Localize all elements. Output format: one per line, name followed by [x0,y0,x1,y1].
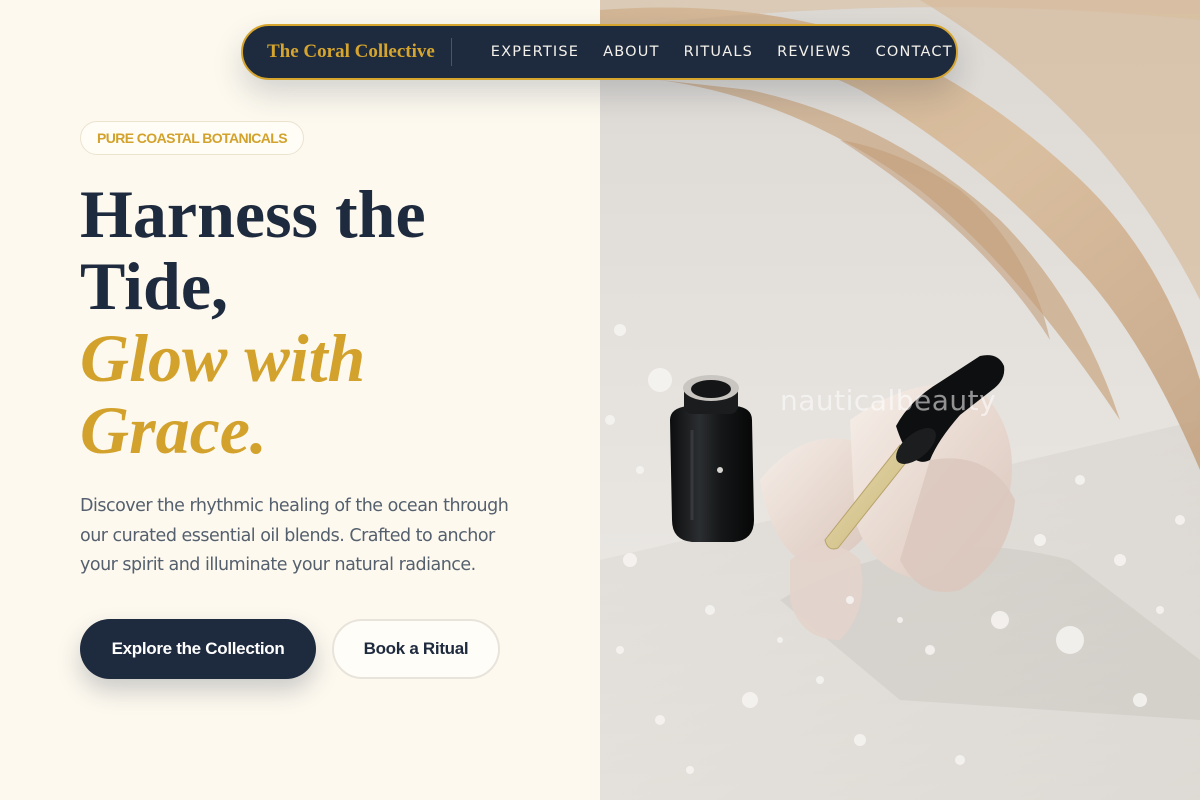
tagline-badge: PURE COASTAL BOTANICALS [80,121,304,155]
nav-link-contact[interactable]: CONTACT [876,44,953,60]
book-ritual-button[interactable]: Book a Ritual [332,619,500,679]
photo-watermark: nauticalbeauty [780,384,997,417]
hero-headline: Harness the Tide, Glow with Grace. [80,178,560,466]
nav-link-expertise[interactable]: EXPERTISE [491,44,579,60]
headline-line-2: Tide, [80,248,229,324]
headline-accent-2: Grace. [80,392,267,468]
nav-link-reviews[interactable]: REVIEWS [777,44,852,60]
headline-line-1: Harness the [80,176,426,252]
nav-links: EXPERTISE ABOUT RITUALS REVIEWS CONTACT [491,44,977,60]
amber-black-bottle [670,375,754,542]
nav-link-rituals[interactable]: RITUALS [684,44,753,60]
top-nav: The Coral Collective EXPERTISE ABOUT RIT… [241,24,958,80]
explore-collection-button[interactable]: Explore the Collection [80,619,316,679]
brand-logo[interactable]: The Coral Collective [267,38,452,66]
headline-accent-1: Glow with [80,320,366,396]
hero-description: Discover the rhythmic healing of the oce… [80,496,509,575]
nav-link-about[interactable]: ABOUT [603,44,660,60]
